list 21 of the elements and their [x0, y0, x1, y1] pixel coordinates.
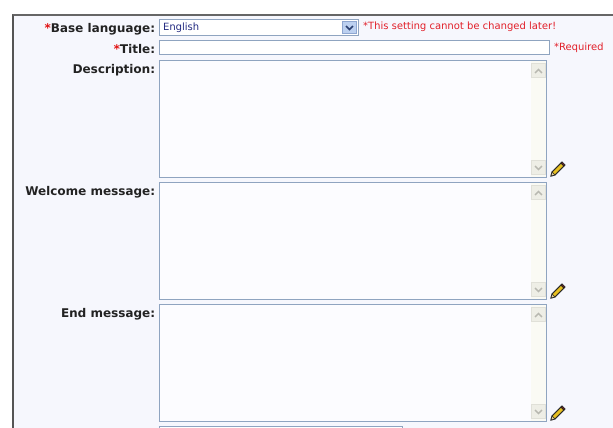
field-label: Welcome message:: [25, 184, 155, 200]
scroll-up-icon: [534, 312, 543, 318]
scroll-down-icon: [534, 286, 543, 292]
required-text: *Required: [554, 41, 604, 53]
warning-text: *This setting cannot be changed later!: [363, 20, 556, 32]
required-mark: *: [114, 42, 120, 56]
input-field[interactable]: [159, 40, 550, 55]
required-mark: *: [44, 21, 51, 36]
field-label: End message:: [60, 306, 155, 322]
field-label: Base language:: [50, 21, 155, 36]
pencil-icon[interactable]: [549, 161, 566, 178]
field-label: Description:: [72, 62, 155, 78]
scroll-down-icon: [534, 164, 543, 170]
scroll-down-icon: [534, 408, 543, 414]
pencil-icon[interactable]: [549, 283, 566, 300]
field-label: Title:: [120, 42, 155, 56]
language-select[interactable]: English: [159, 19, 359, 36]
scroll-up-icon: [534, 68, 543, 74]
pencil-icon[interactable]: [549, 405, 566, 422]
scroll-up-icon: [534, 190, 543, 196]
chevron-down-icon: [345, 24, 354, 30]
